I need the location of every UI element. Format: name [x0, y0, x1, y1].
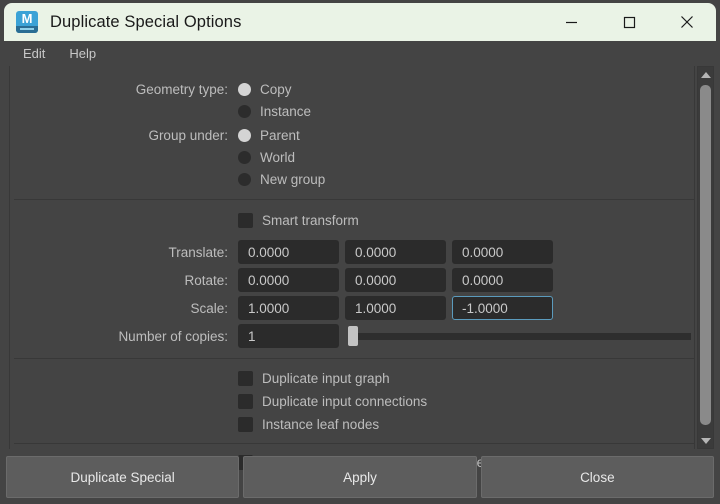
scale-y-field[interactable]: 1.0000 — [345, 296, 446, 320]
row-translate: Translate: 0.0000 0.0000 0.0000 — [14, 238, 694, 266]
duplicate-special-button[interactable]: Duplicate Special — [6, 456, 240, 498]
options-body: Geometry type: Copy Instance Group under… — [6, 66, 714, 470]
menu-bar: Edit Help — [4, 41, 716, 66]
menu-item-edit[interactable]: Edit — [14, 44, 54, 63]
radio-label-instance[interactable]: Instance — [260, 104, 311, 119]
checkbox-label-duplicate-input-connections[interactable]: Duplicate input connections — [262, 394, 427, 409]
vertical-scrollbar[interactable] — [697, 66, 714, 449]
rotate-z-field[interactable]: 0.0000 — [452, 268, 553, 292]
window-title: Duplicate Special Options — [50, 12, 242, 31]
maximize-icon — [623, 16, 636, 29]
number-of-copies-label: Number of copies: — [118, 328, 228, 344]
checkbox-duplicate-input-graph[interactable] — [238, 371, 253, 386]
minimize-button[interactable] — [542, 3, 600, 41]
row-group-under-new-group: New group — [14, 168, 694, 190]
number-of-copies-field[interactable]: 1 — [238, 324, 339, 348]
dialog-button-bar: Duplicate Special Apply Close — [6, 456, 714, 498]
translate-y-field[interactable]: 0.0000 — [345, 240, 446, 264]
radio-label-world[interactable]: World — [260, 150, 295, 165]
checkbox-instance-leaf-nodes[interactable] — [238, 417, 253, 432]
row-group-under-world: World — [14, 146, 694, 168]
checkbox-label-instance-leaf-nodes[interactable]: Instance leaf nodes — [262, 417, 379, 432]
checkbox-label-duplicate-input-graph[interactable]: Duplicate input graph — [262, 371, 390, 386]
row-rotate: Rotate: 0.0000 0.0000 0.0000 — [14, 266, 694, 294]
geometry-type-label: Geometry type: — [135, 81, 228, 97]
number-of-copies-slider[interactable] — [348, 325, 691, 347]
title-bar: M Duplicate Special Options — [4, 3, 716, 41]
translate-label: Translate: — [168, 244, 228, 260]
radio-label-parent[interactable]: Parent — [260, 128, 300, 143]
checkbox-duplicate-input-connections[interactable] — [238, 394, 253, 409]
group-under-label: Group under: — [148, 127, 228, 143]
scrollbar-thumb[interactable] — [700, 85, 711, 425]
row-group-under-parent: Group under: Parent — [14, 124, 694, 146]
slider-track[interactable] — [348, 333, 691, 340]
radio-group-under-new-group[interactable] — [238, 172, 251, 186]
scroll-frame: Geometry type: Copy Instance Group under… — [9, 66, 695, 470]
number-of-copies-control: 1 — [238, 324, 691, 348]
rotate-y-field[interactable]: 0.0000 — [345, 268, 446, 292]
rotate-x-field[interactable]: 0.0000 — [238, 268, 339, 292]
close-icon — [680, 15, 694, 29]
slider-thumb[interactable] — [348, 326, 358, 346]
row-geometry-type-instance: Instance — [14, 100, 694, 122]
radio-geometry-type-instance[interactable] — [238, 104, 251, 118]
row-duplicate-input-graph: Duplicate input graph — [14, 367, 694, 390]
row-smart-transform: Smart transform — [14, 209, 694, 231]
radio-label-new-group[interactable]: New group — [260, 172, 325, 187]
maya-icon: M — [16, 11, 38, 33]
scale-label: Scale: — [190, 300, 228, 316]
minimize-icon — [565, 16, 578, 29]
duplicate-special-options-window: M Duplicate Special Options Edit Help Ge… — [0, 0, 720, 504]
close-button[interactable] — [658, 3, 716, 41]
scroll-down-arrow-icon[interactable] — [698, 433, 713, 448]
maximize-button[interactable] — [600, 3, 658, 41]
translate-fields: 0.0000 0.0000 0.0000 — [238, 240, 553, 264]
radio-label-copy[interactable]: Copy — [260, 82, 292, 97]
checkbox-smart-transform[interactable] — [238, 212, 253, 228]
close-dialog-button[interactable]: Close — [480, 456, 714, 498]
row-scale: Scale: 1.0000 1.0000 -1.0000 — [14, 294, 694, 322]
scale-z-field[interactable]: -1.0000 — [452, 296, 553, 320]
radio-group-under-parent[interactable] — [238, 128, 251, 142]
scale-x-field[interactable]: 1.0000 — [238, 296, 339, 320]
maya-icon-bar — [16, 26, 38, 33]
rotate-fields: 0.0000 0.0000 0.0000 — [238, 268, 553, 292]
row-instance-leaf-nodes: Instance leaf nodes — [14, 413, 694, 436]
translate-z-field[interactable]: 0.0000 — [452, 240, 553, 264]
row-number-of-copies: Number of copies: 1 — [14, 322, 694, 350]
translate-x-field[interactable]: 0.0000 — [238, 240, 339, 264]
rotate-label: Rotate: — [184, 272, 228, 288]
apply-button[interactable]: Apply — [243, 456, 477, 498]
options-content: Geometry type: Copy Instance Group under… — [14, 66, 694, 470]
window-controls — [542, 3, 716, 41]
scroll-up-arrow-icon[interactable] — [698, 67, 713, 82]
radio-group-under-world[interactable] — [238, 150, 251, 164]
checkbox-label-smart-transform[interactable]: Smart transform — [262, 213, 359, 228]
row-duplicate-input-connections: Duplicate input connections — [14, 390, 694, 413]
row-geometry-type-copy: Geometry type: Copy — [14, 78, 694, 100]
maya-icon-letter: M — [21, 11, 33, 26]
scale-fields: 1.0000 1.0000 -1.0000 — [238, 296, 553, 320]
menu-item-help[interactable]: Help — [60, 44, 105, 63]
radio-geometry-type-copy[interactable] — [238, 82, 251, 96]
